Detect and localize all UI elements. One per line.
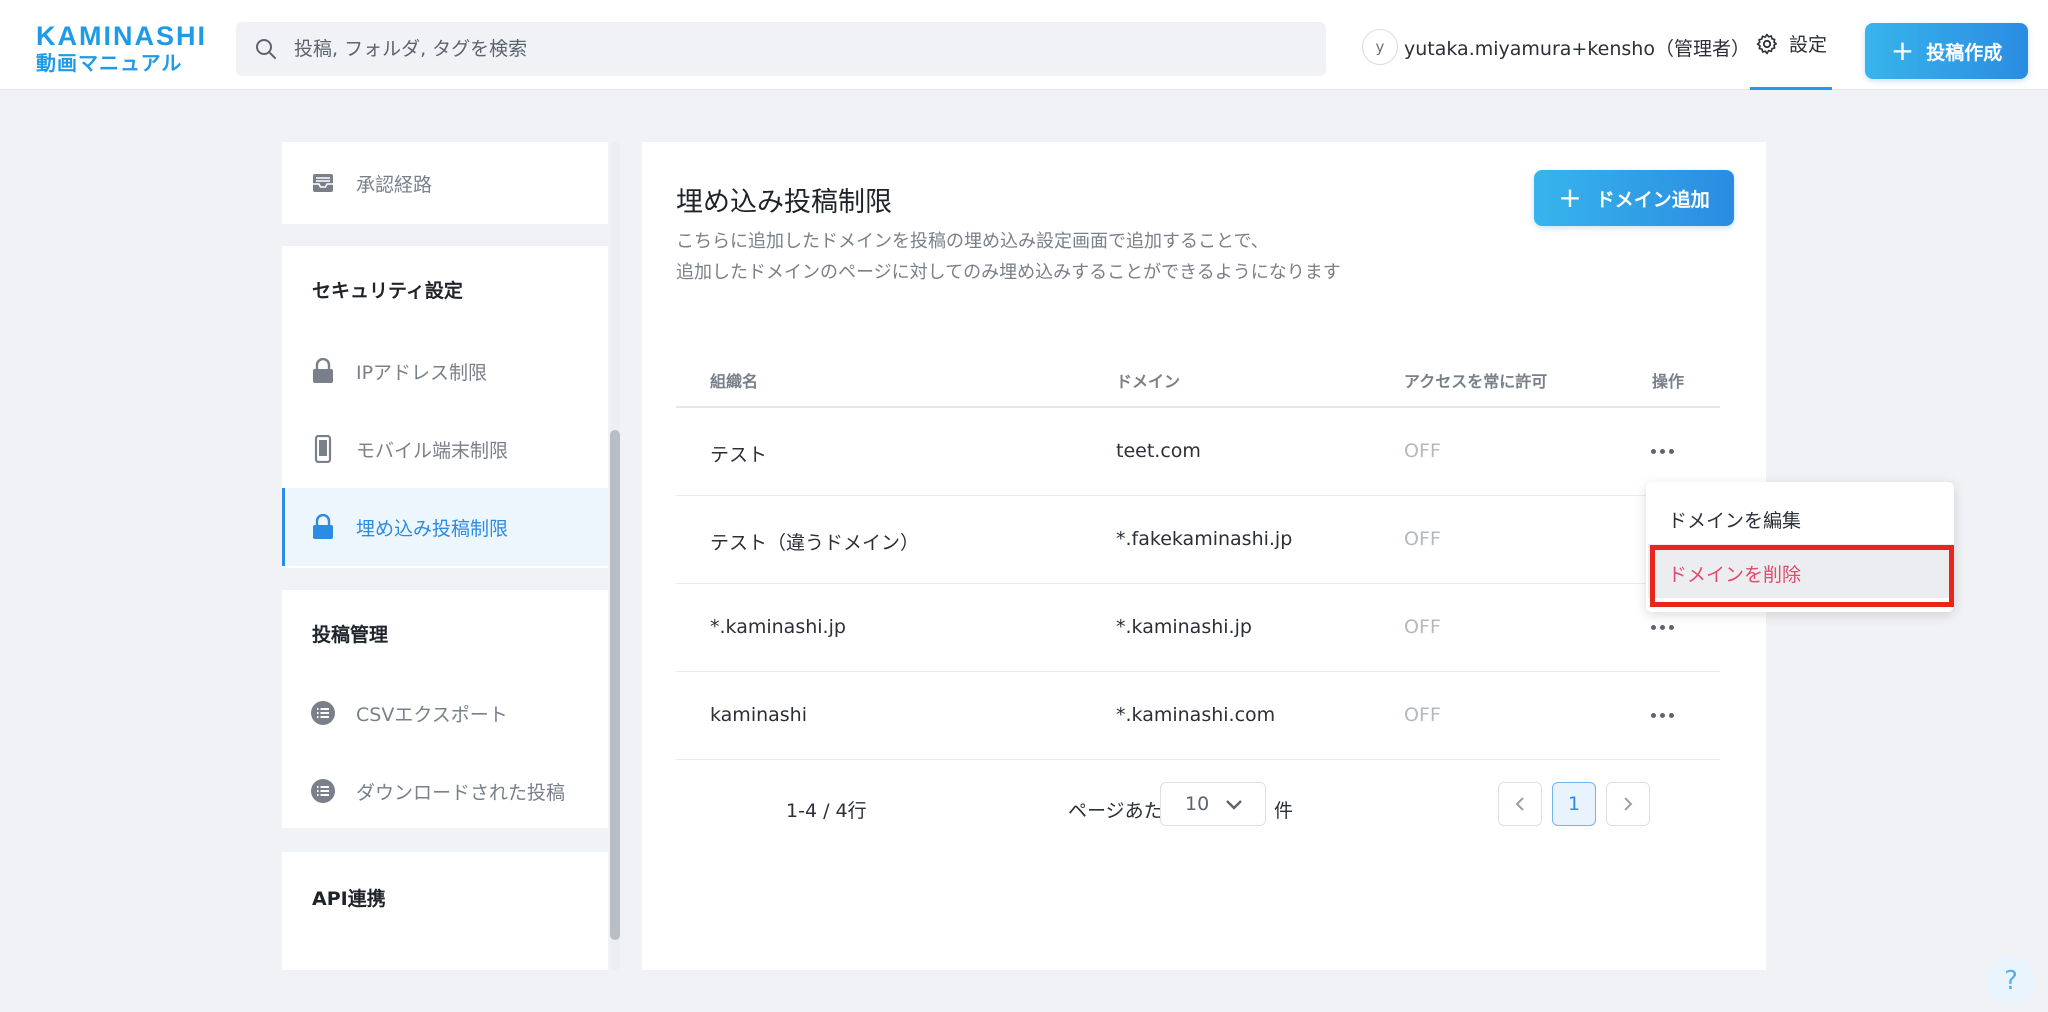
- lock-icon: [310, 514, 336, 540]
- cell-org: *.kaminashi.jp: [710, 616, 846, 638]
- per-page-value: 10: [1185, 793, 1210, 815]
- sidebar-item-embed-restriction[interactable]: 埋め込み投稿制限: [282, 488, 608, 566]
- list-icon: [310, 700, 336, 726]
- mobile-icon: [310, 435, 336, 463]
- cell-org: kaminashi: [710, 704, 808, 726]
- table-row: *.kaminashi.jp *.kaminashi.jp OFF: [676, 584, 1720, 672]
- cell-org: テスト（違うドメイン）: [710, 532, 920, 554]
- top-header: KAMINASHI 動画マニュアル y yutaka.miyamura+kens…: [0, 0, 2048, 90]
- sidebar-item-label: 承認経路: [356, 173, 433, 196]
- cell-access: OFF: [1404, 616, 1441, 638]
- sidebar-item-label: CSVエクスポート: [356, 703, 508, 726]
- cell-domain: *.kaminashi.com: [1116, 704, 1276, 726]
- per-page-unit: 件: [1274, 800, 1294, 822]
- logo-subtitle: 動画マニュアル: [36, 51, 183, 75]
- sidebar-item-downloaded-posts[interactable]: ダウンロードされた投稿: [282, 752, 608, 830]
- search-icon: [256, 39, 276, 59]
- list-icon: [310, 778, 336, 804]
- table-row: テスト（違うドメイン） *.fakekaminashi.jp OFF: [676, 496, 1720, 584]
- help-button[interactable]: ?: [1986, 956, 2036, 1006]
- more-actions-icon[interactable]: [1644, 436, 1680, 466]
- sidebar-group-security: セキュリティ設定 IPアドレス制限 モバイル端末制限 埋め込み投稿制限: [282, 246, 608, 568]
- sidebar-group-approval: 承認経路: [282, 142, 608, 224]
- more-actions-icon[interactable]: [1644, 612, 1680, 642]
- row-range: 1-4 / 4行: [786, 800, 867, 822]
- column-header-access: アクセスを常に許可: [1404, 372, 1548, 391]
- add-domain-label: ドメイン追加: [1595, 188, 1710, 211]
- settings-label: 設定: [1788, 34, 1827, 56]
- per-page-select[interactable]: 10: [1160, 782, 1266, 826]
- plus-icon: +: [1558, 181, 1582, 214]
- chevron-left-icon: [1515, 797, 1524, 811]
- user-menu[interactable]: y yutaka.miyamura+kensho（管理者）: [1362, 29, 1750, 65]
- sidebar-item-label: 埋め込み投稿制限: [356, 517, 509, 540]
- section-heading-security: セキュリティ設定: [312, 280, 463, 302]
- inbox-icon: [310, 170, 336, 196]
- page-title: 埋め込み投稿制限: [676, 187, 892, 218]
- column-header-actions: 操作: [1652, 372, 1685, 391]
- cell-domain: *.kaminashi.jp: [1116, 616, 1252, 638]
- cell-org: テスト: [710, 444, 768, 466]
- sidebar-item-label: IPアドレス制限: [356, 361, 488, 384]
- table-header: 組織名 ドメイン アクセスを常に許可 操作: [676, 348, 1720, 408]
- chevron-down-icon: [1226, 800, 1242, 810]
- cell-domain: teet.com: [1116, 440, 1201, 462]
- sidebar-item-ip-restriction[interactable]: IPアドレス制限: [282, 332, 608, 410]
- settings-tab[interactable]: 設定: [1750, 0, 1832, 90]
- page-button[interactable]: 1: [1552, 782, 1596, 826]
- column-header-org: 組織名: [710, 372, 759, 391]
- settings-sidebar: 承認経路 セキュリティ設定 IPアドレス制限 モバイル端末制限 埋め込み投稿制限…: [282, 142, 608, 970]
- sidebar-item-label: モバイル端末制限: [356, 439, 509, 462]
- table-row: テスト teet.com OFF: [676, 408, 1720, 496]
- sidebar-item-csv-export[interactable]: CSVエクスポート: [282, 674, 608, 752]
- page-description: こちらに追加したドメインを投稿の埋め込み設定画面で追加することで、 追加したドメ…: [676, 226, 1341, 288]
- cell-access: OFF: [1404, 704, 1441, 726]
- edit-domain-menu-item[interactable]: ドメインを編集: [1668, 506, 1801, 533]
- gear-icon: [1756, 33, 1777, 54]
- sidebar-group-posts: 投稿管理 CSVエクスポート ダウンロードされた投稿: [282, 590, 608, 828]
- kaminashi-logo[interactable]: KAMINASHI 動画マニュアル: [36, 22, 207, 76]
- create-post-button[interactable]: + 投稿作成: [1865, 23, 2028, 79]
- embed-restriction-panel: 埋め込み投稿制限 こちらに追加したドメインを投稿の埋め込み設定画面で追加すること…: [642, 142, 1766, 970]
- description-line: こちらに追加したドメインを投稿の埋め込み設定画面で追加することで、: [676, 231, 1269, 252]
- sidebar-group-api: API連携: [282, 852, 608, 970]
- description-line: 追加したドメインのページに対してのみ埋め込みすることができるようになります: [676, 262, 1341, 283]
- sidebar-item-approval-route[interactable]: 承認経路: [282, 144, 608, 222]
- more-actions-icon[interactable]: [1644, 700, 1680, 730]
- add-domain-button[interactable]: + ドメイン追加: [1534, 170, 1734, 226]
- sidebar-scrollbar-thumb[interactable]: [610, 430, 620, 940]
- search-input[interactable]: [294, 22, 1326, 76]
- next-page-button[interactable]: [1606, 782, 1650, 826]
- sidebar-item-label: ダウンロードされた投稿: [356, 781, 566, 804]
- user-name: yutaka.miyamura+kensho（管理者）: [1404, 37, 1750, 60]
- column-header-domain: ドメイン: [1116, 372, 1181, 391]
- section-heading-api: API連携: [312, 888, 386, 910]
- section-heading-posts: 投稿管理: [312, 624, 389, 646]
- chevron-right-icon: [1624, 797, 1633, 811]
- pagination: 1-4 / 4行 ページあたり 10 件 1: [676, 782, 1720, 830]
- search-bar[interactable]: [236, 22, 1326, 76]
- highlight-annotation-box: [1650, 545, 1954, 607]
- avatar: y: [1362, 29, 1398, 65]
- cell-access: OFF: [1404, 440, 1441, 462]
- create-post-label: 投稿作成: [1926, 41, 2003, 64]
- cell-access: OFF: [1404, 528, 1441, 550]
- sidebar-item-mobile-restriction[interactable]: モバイル端末制限: [282, 410, 608, 488]
- cell-domain: *.fakekaminashi.jp: [1116, 528, 1293, 550]
- domain-table: 組織名 ドメイン アクセスを常に許可 操作 テスト teet.com OFF テ…: [676, 348, 1720, 760]
- plus-icon: +: [1890, 34, 1915, 67]
- lock-icon: [310, 358, 336, 384]
- table-row: kaminashi *.kaminashi.com OFF: [676, 672, 1720, 760]
- prev-page-button[interactable]: [1498, 782, 1542, 826]
- logo-wordmark: KAMINASHI: [36, 21, 207, 51]
